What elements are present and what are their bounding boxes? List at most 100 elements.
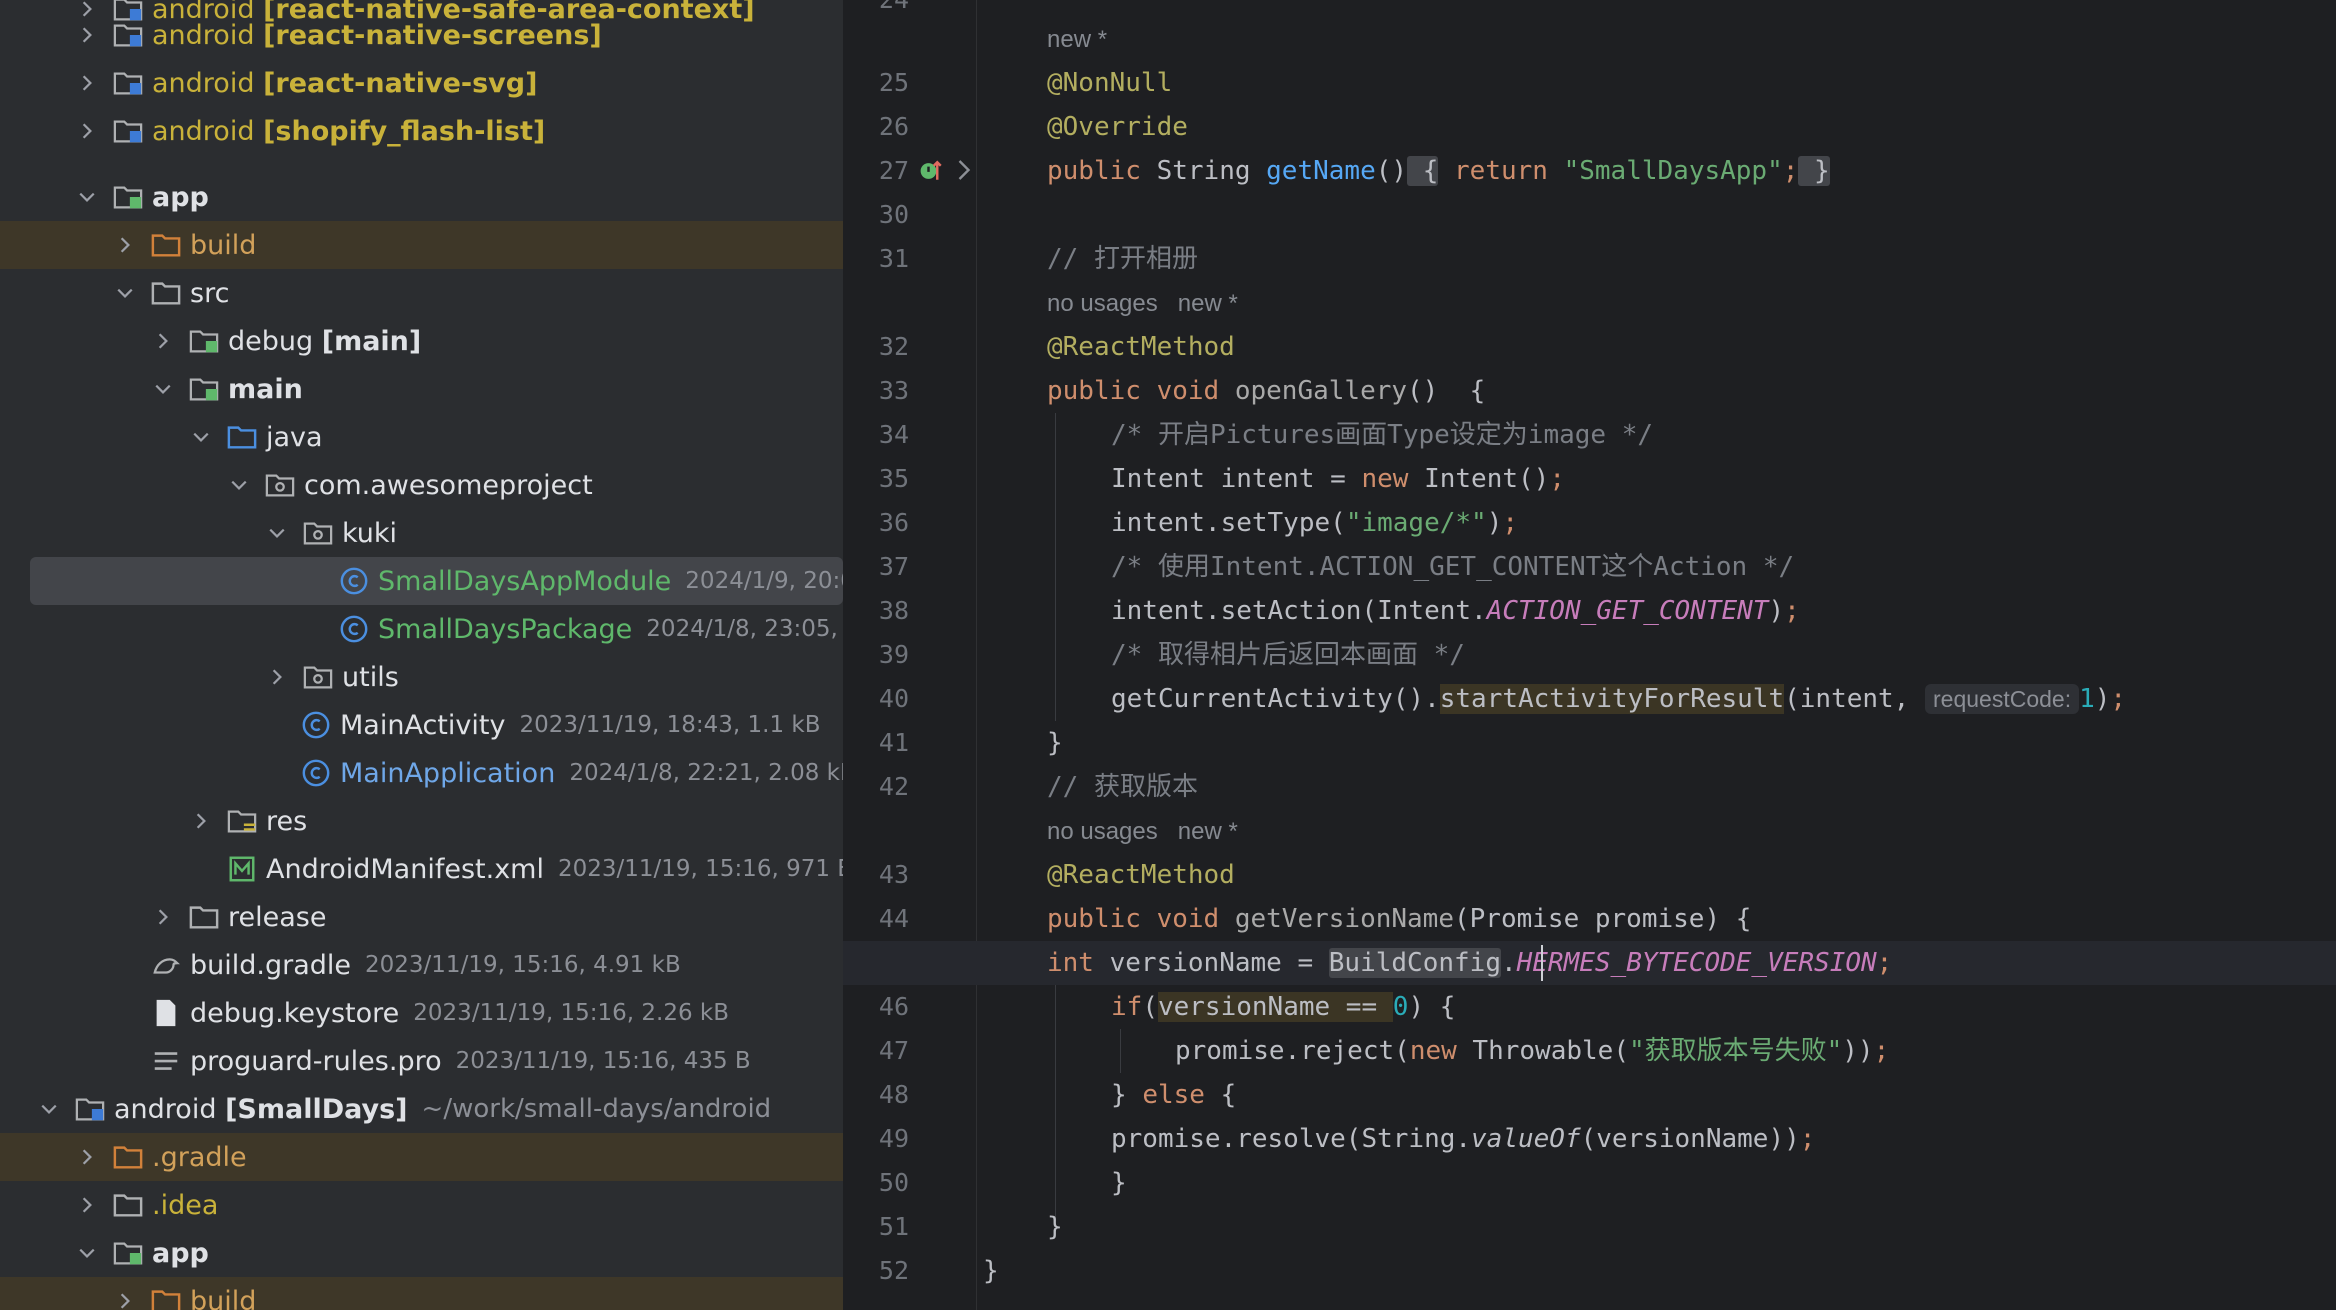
tree-row-module[interactable]: android [react-native-screens] (0, 11, 843, 59)
code-line-46[interactable]: if(versionName == 0) { (977, 985, 2336, 1029)
code-line-44[interactable]: public void getVersionName(Promise promi… (977, 897, 2336, 941)
chevron-right-icon[interactable] (264, 664, 290, 690)
code-line-33[interactable]: public void openGallery() { (977, 369, 2336, 413)
tree-row-package[interactable]: com.awesomeproject (0, 461, 843, 509)
class-icon (338, 613, 370, 645)
code-line-39[interactable]: /* 取得相片后返回本画面 */ (977, 633, 2336, 677)
code-line-52[interactable]: } (977, 1249, 2336, 1293)
tree-row-package[interactable]: kuki (0, 509, 843, 557)
chevron-down-icon[interactable] (36, 1096, 62, 1122)
tree-row-app[interactable]: app (0, 1229, 843, 1277)
tree-row-module[interactable]: android [react-native-svg] (0, 59, 843, 107)
code-line-34[interactable]: /* 开启Pictures画面Type设定为image */ (977, 413, 2336, 457)
tree-row-label: debug.keystore (190, 997, 400, 1029)
code-line-49[interactable]: promise.resolve(String.valueOf(versionNa… (977, 1117, 2336, 1161)
text-caret (1541, 945, 1543, 981)
tree-row-file[interactable]: proguard-rules.pro 2023/11/19, 15:16, 43… (0, 1037, 843, 1085)
folder-icon (188, 901, 220, 933)
chevron-down-icon[interactable] (264, 520, 290, 546)
tree-row-file[interactable]: AndroidManifest.xml 2023/11/19, 15:16, 9… (0, 845, 843, 893)
code-line-26[interactable]: @Override (977, 105, 2336, 149)
line-number: 48 (878, 1080, 909, 1109)
chevron-down-icon[interactable] (74, 184, 100, 210)
chevron-down-icon[interactable] (150, 376, 176, 402)
code-line-31[interactable]: // 打开相册 (977, 237, 2336, 281)
tree-row-release[interactable]: release (0, 893, 843, 941)
code-line-27[interactable]: public String getName() { return "SmallD… (977, 149, 2336, 193)
tree-row-module[interactable]: android [shopify_flash-list] (0, 107, 843, 155)
line-number: 34 (878, 420, 909, 449)
tree-row-idea-dir[interactable]: .idea (0, 1181, 843, 1229)
line-number: 31 (878, 244, 909, 273)
tree-row-build[interactable]: build (0, 221, 843, 269)
tree-row-label: com.awesomeproject (304, 469, 593, 501)
code-line-37[interactable]: /* 使用Intent.ACTION_GET_CONTENT这个Action *… (977, 545, 2336, 589)
chevron-right-icon[interactable] (150, 904, 176, 930)
module-folder-icon (112, 19, 144, 51)
class-icon (300, 709, 332, 741)
code-line-25[interactable]: @NonNull (977, 61, 2336, 105)
tree-row-file[interactable]: debug.keystore 2023/11/19, 15:16, 2.26 k… (0, 989, 843, 1037)
tree-row-src[interactable]: src (0, 269, 843, 317)
code-line-48[interactable]: } else { (977, 1073, 2336, 1117)
chevron-right-icon[interactable] (74, 1144, 100, 1170)
code-line-36[interactable]: intent.setType("image/*"); (977, 501, 2336, 545)
line-number: 43 (878, 860, 909, 889)
tree-row-label: android [SmallDays] (114, 1093, 408, 1125)
override-marker-icon[interactable] (918, 157, 946, 189)
chevron-right-icon[interactable] (74, 70, 100, 96)
tree-row-project-root[interactable]: android [SmallDays] ~/work/small-days/an… (0, 1085, 843, 1133)
code-line-43[interactable]: @ReactMethod (977, 853, 2336, 897)
tree-row-main[interactable]: main (0, 365, 843, 413)
chevron-right-icon[interactable] (74, 1192, 100, 1218)
chevron-right-icon[interactable] (188, 808, 214, 834)
code-line-51[interactable]: } (977, 1205, 2336, 1249)
code-line-47[interactable]: promise.reject(new Throwable("获取版本号失败"))… (977, 1029, 2336, 1073)
tree-row-file[interactable]: SmallDaysPackage 2024/1/8, 23:05, 943 (0, 605, 843, 653)
code-line-32[interactable]: @ReactMethod (977, 325, 2336, 369)
text-file-icon (150, 1045, 182, 1077)
file-meta: 2023/11/19, 18:43, 1.1 kB (519, 712, 821, 738)
chevron-right-icon[interactable] (112, 232, 138, 258)
chevron-right-icon[interactable] (150, 328, 176, 354)
chevron-down-icon[interactable] (188, 424, 214, 450)
tree-row-label: android [react-native-svg] (152, 67, 538, 99)
code-line-40[interactable]: getCurrentActivity().startActivityForRes… (977, 677, 2336, 721)
chevron-down-icon[interactable] (74, 1240, 100, 1266)
tree-row-gradle-dir[interactable]: .gradle (0, 1133, 843, 1181)
code-line-38[interactable]: intent.setAction(Intent.ACTION_GET_CONTE… (977, 589, 2336, 633)
tree-row-app[interactable]: app (0, 173, 843, 221)
tree-row-label: debug [main] (228, 325, 422, 357)
tree-row-file[interactable]: build.gradle 2023/11/19, 15:16, 4.91 kB (0, 941, 843, 989)
code-vision-hint[interactable]: no usages new * (977, 809, 2336, 853)
folder-icon (112, 1189, 144, 1221)
tree-row-label: app (152, 1237, 209, 1269)
code-vision-hint[interactable]: new * (977, 17, 2336, 61)
fold-chevron-icon[interactable] (952, 158, 976, 186)
tree-row-file[interactable]: MainApplication 2024/1/8, 22:21, 2.08 kB… (0, 749, 843, 797)
tree-row-label: src (190, 277, 230, 309)
tree-row-res[interactable]: res (0, 797, 843, 845)
tree-row-java[interactable]: java (0, 413, 843, 461)
tree-row-label: proguard-rules.pro (190, 1045, 442, 1077)
tree-row-build[interactable]: build (0, 1277, 843, 1310)
chevron-down-icon[interactable] (226, 472, 252, 498)
tree-row-debug[interactable]: debug [main] (0, 317, 843, 365)
chevron-down-icon[interactable] (112, 280, 138, 306)
chevron-right-icon[interactable] (112, 1288, 138, 1310)
code-vision-hint[interactable]: no usages new * (977, 281, 2336, 325)
tree-row-file[interactable]: MainActivity 2023/11/19, 18:43, 1.1 kB (0, 701, 843, 749)
line-number: 49 (878, 1124, 909, 1153)
code-line-35[interactable]: Intent intent = new Intent(); (977, 457, 2336, 501)
tree-row-package[interactable]: utils (0, 653, 843, 701)
chevron-right-icon[interactable] (74, 22, 100, 48)
code-line-45-current[interactable]: int versionName = BuildConfig.HERMES_BYT… (843, 941, 2336, 985)
code-line-41[interactable]: } (977, 721, 2336, 765)
tree-row-file[interactable]: SmallDaysAppModule 2024/1/9, 20:08, 1 (30, 557, 843, 605)
module-folder-icon (112, 115, 144, 147)
code-line-42[interactable]: // 获取版本 (977, 765, 2336, 809)
file-meta: 2023/11/19, 15:16, 435 B (455, 1048, 751, 1074)
project-tree-panel: android [react-native-safe-area-context]… (0, 0, 843, 1310)
chevron-right-icon[interactable] (74, 118, 100, 144)
code-line-50[interactable]: } (977, 1161, 2336, 1205)
